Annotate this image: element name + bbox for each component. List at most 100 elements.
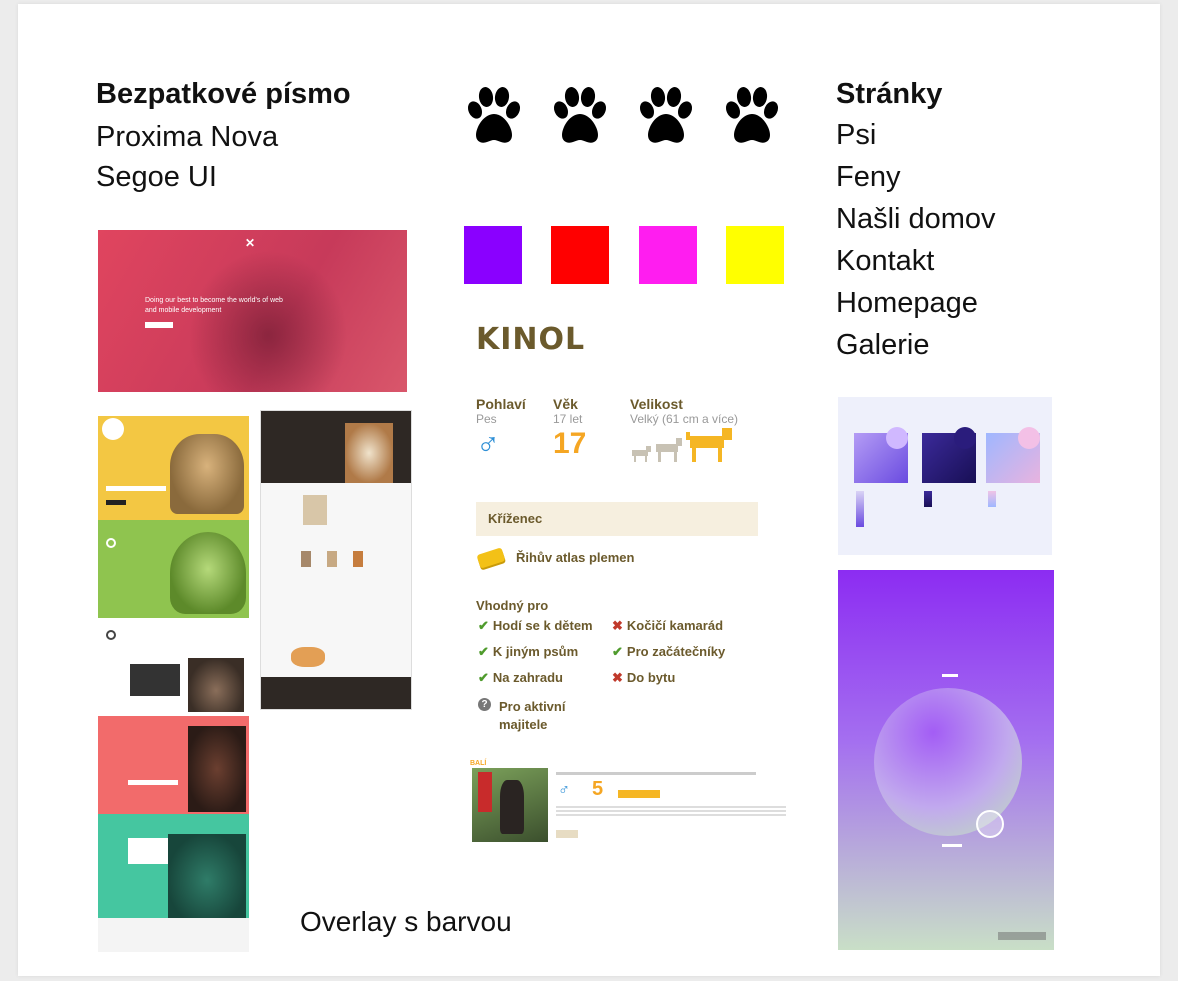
moodboard: Bezpatkové písmo Proxima Nova Segoe UI S… (18, 4, 1160, 976)
gradient-phone-screen (838, 570, 1054, 950)
breed-bar: Kříženec (476, 502, 758, 536)
mini-person-figure (478, 772, 492, 812)
page-item-psi: Psi (836, 119, 877, 151)
mini-age-number: 5 (592, 778, 604, 800)
mini-description-lines (556, 806, 786, 808)
footer-map-thumb (98, 918, 249, 952)
mini-dog-card: BALÍ ♂ 5 (470, 760, 790, 852)
mini-male-symbol-icon: ♂ (558, 782, 570, 799)
yellow-button-bar (106, 500, 126, 505)
coral-section-thumb (98, 716, 249, 814)
page-item-homepage: Homepage (836, 287, 978, 319)
atlas-link[interactable]: Řihův atlas plemen (476, 546, 635, 569)
breed-name: Kříženec (488, 511, 543, 526)
gender-label: Pohlaví (476, 396, 526, 412)
question-icon: ? (478, 698, 491, 711)
play-button-icon[interactable] (976, 810, 1004, 838)
pages-heading: Stránky (836, 78, 943, 110)
gradient-circle-violet (886, 427, 908, 449)
violet-shade-list (856, 491, 864, 527)
gradient-palette-thumb (838, 397, 1052, 555)
mockup-dog-a (301, 551, 311, 567)
white-bullet-icon (106, 630, 116, 640)
mockup-dog-small (303, 495, 327, 525)
mini-dog-name: BALÍ (470, 760, 487, 767)
yellow-section-thumb (98, 416, 249, 520)
suitable-item: ✔ K jiným psům (478, 644, 579, 659)
check-icon: ✔ (478, 618, 489, 633)
pages-list: Psi Feny Našli domov Kontakt Homepage Ga… (836, 114, 996, 366)
suitable-item-unknown: ? Pro aktivní majitele (478, 698, 608, 734)
font-name-proxima: Proxima Nova (96, 121, 279, 153)
mockup-dog-b (327, 551, 337, 567)
suitable-item: ✔ Pro začátečníky (612, 644, 726, 659)
hero-people-silhouette (188, 250, 348, 392)
suitable-item: ✔ Na zahradu (478, 670, 563, 685)
color-swatch-yellow (726, 226, 784, 284)
suitable-item: ✖ Kočičí kamarád (612, 618, 724, 633)
mockup-dog-c (353, 551, 363, 567)
dog-size-icons (632, 428, 732, 462)
age-label: Věk (553, 396, 578, 412)
paw-icon (639, 87, 693, 143)
shepherd-image (188, 726, 246, 812)
white-section-thumb (98, 624, 249, 714)
check-icon: ✔ (478, 644, 489, 659)
mini-dog-figure (500, 780, 524, 834)
gradient-circle-indigo (954, 427, 976, 449)
mini-icon-buttons (556, 830, 578, 838)
typography-heading: Bezpatkové písmo (96, 78, 351, 110)
page-item-feny: Feny (836, 161, 901, 193)
atlas-link-text: Řihův atlas plemen (516, 550, 635, 565)
laptop-thumb (130, 664, 180, 696)
dogs-image (188, 658, 244, 712)
check-icon: ✔ (478, 670, 489, 685)
hero-tagline: Doing our best to become the world's of … (145, 297, 283, 314)
size-block: Velikost Velký (61 cm a více) (630, 396, 740, 469)
gender-value: Pes (476, 412, 497, 426)
website-mockup-thumb (260, 410, 412, 710)
mockup-dog-lying (291, 647, 325, 667)
gradient-circle-pastel (1018, 427, 1040, 449)
page-item-galerie: Galerie (836, 329, 930, 361)
coral-input-bar (128, 780, 178, 785)
yellow-headline-bar (106, 486, 166, 491)
teal-section-thumb (98, 814, 249, 918)
beagle-image (345, 423, 393, 483)
check-icon: ✔ (612, 644, 623, 659)
font-name-segoe: Segoe UI (96, 161, 217, 193)
color-swatch-red (551, 226, 609, 284)
cross-icon: ✖ (612, 618, 623, 633)
male-symbol-icon: ♂ (476, 426, 500, 462)
suitable-item: ✖ Do bytu (612, 670, 676, 685)
green-section-thumb (98, 520, 249, 618)
paw-icon (553, 87, 607, 143)
mini-label-row (556, 772, 756, 775)
color-swatch-purple (464, 226, 522, 284)
pug-image (170, 434, 244, 514)
suitable-heading: Vhodný pro (476, 598, 549, 613)
paw-icon-row (462, 84, 784, 148)
page-item-kontakt: Kontakt (836, 245, 935, 277)
suitable-item: ✔ Hodí se k dětem (478, 618, 593, 633)
cross-icon: ✖ (612, 670, 623, 685)
overlay-caption: Overlay s barvou (300, 906, 512, 937)
mini-dog-photo (472, 768, 548, 842)
book-icon (476, 546, 506, 569)
red-overlay-hero-image: ✕ Doing our best to become the world's o… (98, 230, 407, 392)
paw-icon (725, 87, 779, 143)
mini-size-icons (618, 790, 660, 798)
screen-label-top (942, 674, 958, 677)
pastel-shade-list (988, 491, 996, 507)
screen-signature (998, 932, 1046, 940)
color-swatch-magenta (639, 226, 697, 284)
green-bullet-icon (106, 538, 116, 548)
kinol-title: KINOL (476, 322, 586, 357)
indigo-shade-list (924, 491, 932, 507)
age-big-number: 17 (553, 427, 587, 460)
size-value: Velký (61 cm a více) (630, 412, 739, 426)
puppy-image (170, 532, 246, 614)
age-value: 17 let (553, 412, 583, 426)
paw-icon (467, 87, 521, 143)
page-item-nasli-domov: Našli domov (836, 203, 996, 235)
